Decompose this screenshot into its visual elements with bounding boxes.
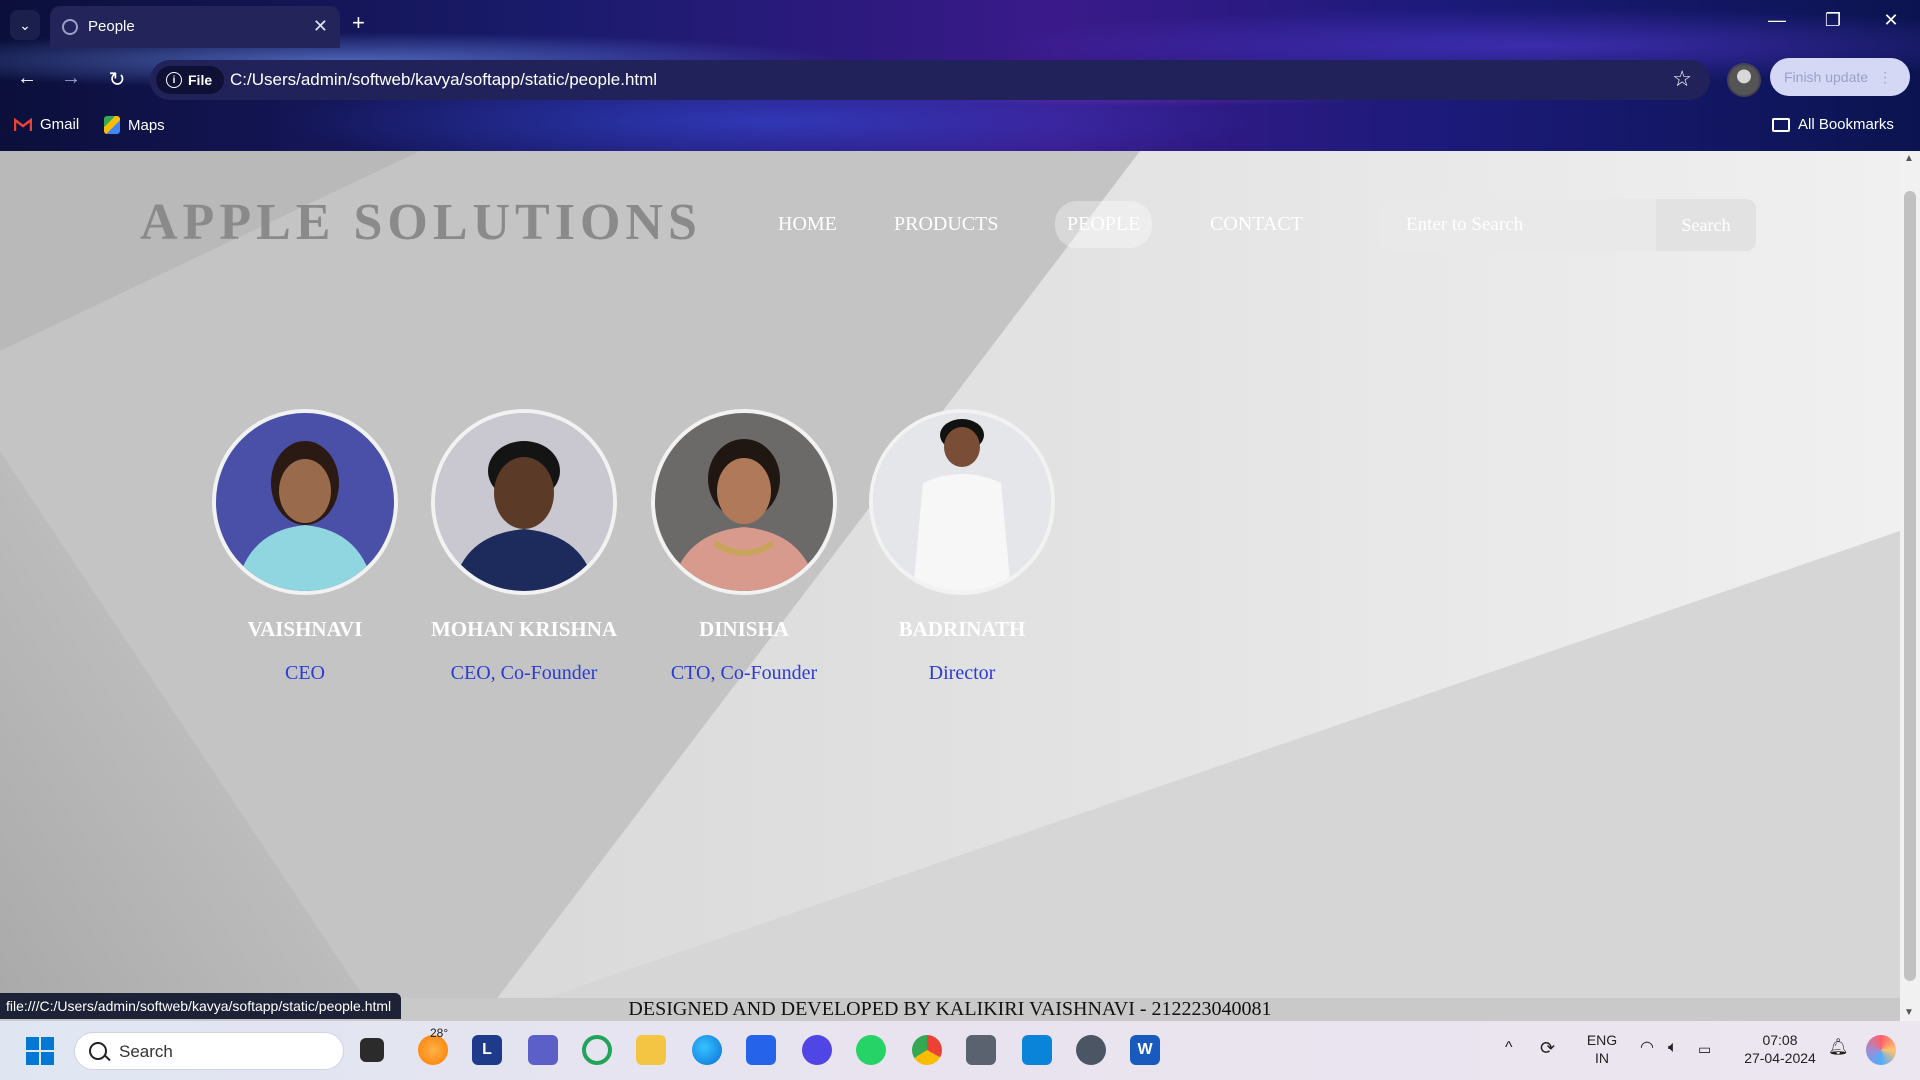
search-input[interactable] — [1380, 199, 1655, 251]
windows-taskbar: Search 28° L W ^ ⟳ ENG IN ◠ 🔈︎ ▭ 07:08 2… — [0, 1021, 1920, 1080]
word-icon[interactable]: W — [1130, 1035, 1160, 1065]
scroll-down-icon[interactable]: ▼ — [1904, 1007, 1914, 1018]
all-bookmarks-label: All Bookmarks — [1798, 116, 1894, 133]
file-explorer-icon[interactable] — [636, 1035, 666, 1065]
all-bookmarks[interactable]: All Bookmarks — [1772, 116, 1894, 133]
settings-gear-icon[interactable] — [1076, 1035, 1106, 1065]
bookmark-star-icon[interactable]: ☆ — [1672, 66, 1692, 92]
lang-bottom: IN — [1595, 1050, 1609, 1066]
lang-top: ENG — [1586, 1032, 1618, 1048]
notification-bell-icon[interactable]: 🔔︎ — [1828, 1039, 1848, 1057]
forward-icon[interactable]: → — [56, 67, 86, 90]
clock[interactable]: 07:08 27-04-2024 — [1740, 1031, 1820, 1067]
restore-icon[interactable]: ❐ — [1818, 10, 1848, 31]
person-name: MOHAN KRISHNA — [430, 617, 618, 641]
nav-people[interactable]: PEOPLE — [1055, 201, 1153, 248]
reload-icon[interactable]: ↻ — [102, 67, 132, 92]
teams-icon[interactable] — [528, 1035, 558, 1065]
maps-icon — [104, 116, 120, 134]
nav-home[interactable]: HOME — [778, 213, 837, 236]
back-icon[interactable]: ← — [12, 67, 42, 90]
windows-start-icon[interactable] — [26, 1037, 54, 1065]
site-info-label: File — [188, 72, 213, 88]
scroll-up-icon[interactable]: ▲ — [1904, 153, 1914, 164]
scrollbar-thumb[interactable] — [1904, 191, 1916, 981]
chevron-up-icon[interactable]: ^ — [1505, 1039, 1513, 1057]
link-status-bar: file:///C:/Users/admin/softweb/kavya/sof… — [0, 993, 402, 1019]
person-photo — [651, 409, 837, 595]
nav-contact[interactable]: CONTACT — [1210, 213, 1303, 236]
person-role: CTO, Co-Founder — [670, 662, 818, 684]
bookmark-label: Gmail — [40, 116, 80, 133]
search-button[interactable]: Search — [1656, 199, 1756, 251]
site-search: Search — [1380, 199, 1756, 251]
clock-date: 27-04-2024 — [1744, 1050, 1816, 1066]
person-name: VAISHNAVI — [247, 617, 363, 641]
person-name: DINISHA — [699, 617, 789, 641]
person-photo — [431, 409, 617, 595]
person-card: DINISHA CTO, Co-Founder — [634, 409, 854, 685]
bookmarks-bar: Gmail Maps All Bookmarks — [0, 113, 1920, 141]
window-close-icon[interactable]: ✕ — [1876, 10, 1906, 31]
gmail-icon — [14, 117, 32, 131]
weather-temp: 28° — [430, 1026, 449, 1040]
tab-title: People — [88, 18, 135, 35]
site-info-chip[interactable]: i File — [156, 66, 225, 94]
globe-icon — [62, 19, 78, 35]
taskbar-search[interactable]: Search — [74, 1032, 344, 1070]
person-photo — [212, 409, 398, 595]
copilot-icon[interactable] — [1866, 1035, 1896, 1065]
bookmark-label: Maps — [128, 116, 165, 134]
folder-icon — [1772, 117, 1790, 132]
clock-time: 07:08 — [1762, 1032, 1798, 1048]
store-icon[interactable] — [746, 1035, 776, 1065]
person-card: BADRINATH Director — [852, 409, 1072, 685]
language-indicator[interactable]: ENG IN — [1585, 1031, 1619, 1067]
search-icon — [89, 1042, 107, 1060]
camera-icon[interactable] — [966, 1035, 996, 1065]
address-bar[interactable]: i File C:/Users/admin/softweb/kavya/soft… — [150, 60, 1710, 100]
circle-app-icon[interactable] — [582, 1035, 612, 1065]
arc-app-icon[interactable] — [802, 1035, 832, 1065]
profile-avatar[interactable] — [1727, 63, 1761, 97]
browser-tab[interactable]: People ✕ — [50, 6, 340, 48]
person-photo — [869, 409, 1055, 595]
nav-products[interactable]: PRODUCTS — [894, 213, 998, 236]
close-tab-icon[interactable]: ✕ — [313, 16, 328, 37]
person-card: VAISHNAVI CEO — [195, 409, 415, 685]
bookmark-gmail[interactable]: Gmail — [14, 116, 79, 133]
whatsapp-icon[interactable] — [856, 1035, 886, 1065]
more-icon[interactable]: ⋮ — [1878, 69, 1892, 86]
brand-logo[interactable]: APPLE SOLUTIONS — [140, 193, 702, 252]
chrome-icon[interactable] — [912, 1035, 942, 1065]
minimize-icon[interactable]: — — [1762, 10, 1792, 31]
person-role: Director — [928, 662, 996, 684]
person-role: CEO, Co-Founder — [450, 662, 598, 684]
info-icon: i — [166, 72, 182, 88]
person-role: CEO — [285, 662, 325, 684]
tab-list-button[interactable]: ⌄ — [10, 10, 40, 40]
browser-toolbar: ← → ↻ i File C:/Users/admin/softweb/kavy… — [0, 55, 1920, 103]
person-card: MOHAN KRISHNA CEO, Co-Founder — [414, 409, 634, 685]
bookmark-maps[interactable]: Maps — [104, 116, 165, 134]
task-view-icon[interactable] — [360, 1038, 384, 1062]
finish-update-button[interactable]: Finish update ⋮ — [1770, 58, 1910, 96]
person-name: BADRINATH — [898, 617, 1026, 641]
url-text[interactable]: C:/Users/admin/softweb/kavya/softapp/sta… — [230, 70, 657, 90]
taskbar-search-label: Search — [119, 1042, 173, 1061]
page-scrollbar[interactable]: ▲ ▼ — [1900, 151, 1920, 1021]
volume-icon[interactable]: 🔈︎ — [1668, 1039, 1678, 1057]
battery-icon[interactable]: ▭ — [1698, 1040, 1711, 1058]
finish-update-label: Finish update — [1784, 69, 1869, 85]
page-viewport: APPLE SOLUTIONS HOME PRODUCTS PEOPLE CON… — [0, 151, 1900, 1021]
sync-icon[interactable]: ⟳ — [1540, 1039, 1555, 1057]
new-tab-button[interactable]: + — [352, 10, 365, 36]
wifi-icon[interactable]: ◠ — [1640, 1039, 1654, 1057]
edge-icon[interactable] — [692, 1035, 722, 1065]
browser-chrome: ⌄ People ✕ + — ❐ ✕ ← → ↻ i File C:/Users… — [0, 0, 1920, 151]
vscode-icon[interactable] — [1022, 1035, 1052, 1065]
l-app-icon[interactable]: L — [472, 1035, 502, 1065]
